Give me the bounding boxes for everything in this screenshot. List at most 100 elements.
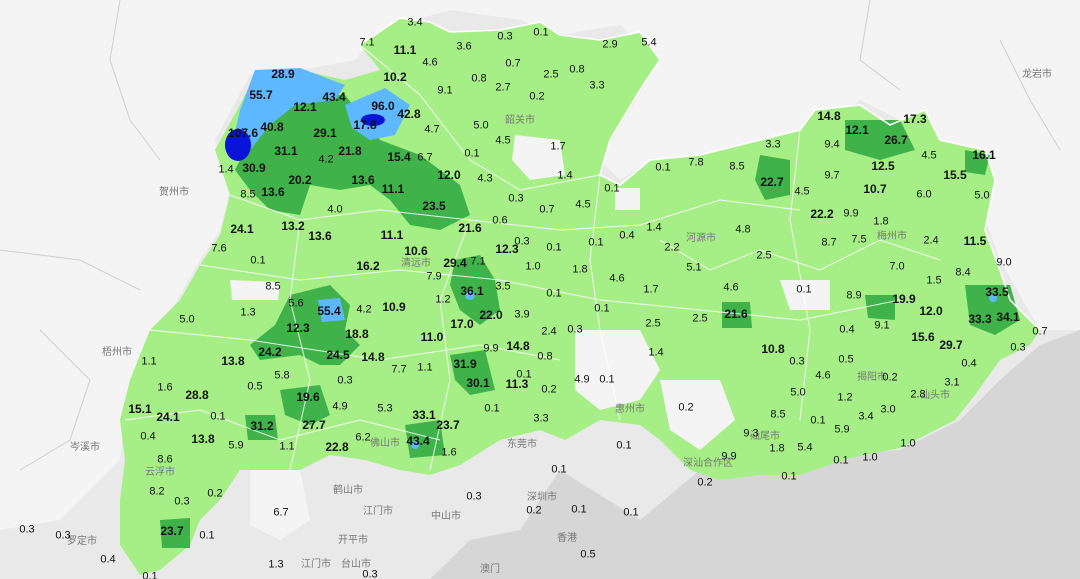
rainfall-value: 1.1 xyxy=(417,361,433,374)
rainfall-value: 55.4 xyxy=(317,304,341,318)
rainfall-value: 7.0 xyxy=(889,260,905,273)
rainfall-value: 8.7 xyxy=(821,236,837,249)
rainfall-value: 15.4 xyxy=(387,150,411,164)
rainfall-value: 1.7 xyxy=(550,140,566,153)
city-label: 香港 xyxy=(557,533,577,544)
rainfall-value: 3.9 xyxy=(514,308,530,321)
rainfall-value: 2.5 xyxy=(756,249,772,262)
rainfall-value: 10.9 xyxy=(382,300,406,314)
city-label: 东莞市 xyxy=(507,439,537,450)
rainfall-value: 7.5 xyxy=(851,233,867,246)
city-label: 韶关市 xyxy=(505,115,535,126)
dry-patch xyxy=(250,470,310,540)
rainfall-value: 8.5 xyxy=(265,280,281,293)
rainfall-value: 16.1 xyxy=(972,148,996,162)
rainfall-value: 0.1 xyxy=(604,182,620,195)
rainfall-value: 13.6 xyxy=(308,229,332,243)
rainfall-value: 0.4 xyxy=(619,229,635,242)
rainfall-value: 15.6 xyxy=(911,330,935,344)
rainfall-value: 13.2 xyxy=(281,219,305,233)
rainfall-value: 15.1 xyxy=(128,402,152,416)
rainfall-value: 22.0 xyxy=(479,308,503,322)
rainfall-value: 0.1 xyxy=(810,414,826,427)
rainfall-value: 3.4 xyxy=(407,16,423,29)
rainfall-value: 29.7 xyxy=(939,338,963,352)
city-label: 龙岩市 xyxy=(1022,69,1052,80)
rainfall-value: 2.7 xyxy=(495,81,511,94)
rainfall-value: 0.1 xyxy=(142,570,158,579)
rainfall-value: 2.5 xyxy=(543,68,559,81)
rainfall-value: 43.4 xyxy=(322,90,346,104)
rainfall-value: 11.5 xyxy=(963,234,987,248)
rainfall-value: 0.1 xyxy=(533,26,549,39)
rainfall-value: 26.7 xyxy=(884,133,908,147)
rainfall-value: 21.6 xyxy=(724,307,748,321)
rainfall-value: 0.1 xyxy=(551,463,567,476)
rainfall-value: 0.3 xyxy=(508,192,524,205)
rainfall-value: 0.3 xyxy=(567,323,583,336)
rainfall-value: 0.1 xyxy=(833,454,849,467)
rainfall-value: 30.9 xyxy=(242,161,266,175)
rainfall-value: 8.5 xyxy=(729,160,745,173)
rainfall-value: 4.9 xyxy=(332,400,348,413)
city-label: 江门市 xyxy=(301,559,331,570)
rainfall-value: 1.8 xyxy=(572,263,588,276)
rainfall-value: 0.1 xyxy=(588,236,604,249)
rainfall-value: 2.8 xyxy=(910,388,926,401)
rainfall-value: 0.3 xyxy=(19,523,35,536)
rainfall-value: 28.8 xyxy=(185,388,209,402)
rainfall-value: 4.0 xyxy=(327,203,343,216)
rainfall-value: 1.0 xyxy=(900,437,916,450)
rainfall-value: 0.3 xyxy=(466,490,482,503)
rainfall-value: 13.8 xyxy=(221,354,245,368)
rainfall-value: 33.5 xyxy=(985,285,1009,299)
rainfall-value: 22.8 xyxy=(325,440,349,454)
rainfall-value: 27.7 xyxy=(302,418,326,432)
rainfall-value: 10.7 xyxy=(863,182,887,196)
rainfall-value: 0.7 xyxy=(539,203,555,216)
rainfall-value: 5.8 xyxy=(274,369,290,382)
rainfall-value: 55.7 xyxy=(249,88,273,102)
rainfall-value: 5.0 xyxy=(473,119,489,132)
rainfall-value: 2.4 xyxy=(923,234,939,247)
rainfall-value: 4.5 xyxy=(495,134,511,147)
rainfall-value: 0.6 xyxy=(492,214,508,227)
city-label: 惠州市 xyxy=(615,404,645,415)
rainfall-value: 18.8 xyxy=(345,327,369,341)
rainfall-value: 29.4 xyxy=(443,256,467,270)
rainfall-value: 24.5 xyxy=(326,348,350,362)
rainfall-value: 0.2 xyxy=(207,487,223,500)
rainfall-value: 3.6 xyxy=(456,40,472,53)
rainfall-value: 23.7 xyxy=(436,418,460,432)
rainfall-value: 0.3 xyxy=(497,30,513,43)
rainfall-map: 韶关市 贺州市 河源市 梅州市 清远市 梧州市 揭阳市 汕头市 惠州市 岑溪市 佛山市 东莞市 汕尾市云… xyxy=(0,0,1080,579)
rainfall-value: 3.3 xyxy=(533,412,549,425)
city-label: 开平市 xyxy=(338,535,368,546)
rainfall-value: 12.3 xyxy=(286,321,310,335)
rainfall-value: 3.0 xyxy=(880,403,896,416)
rainfall-value: 0.8 xyxy=(569,63,585,76)
rainfall-value: 7.1 xyxy=(359,36,375,49)
rainfall-value: 7.9 xyxy=(426,270,442,283)
city-label: 河源市 xyxy=(686,233,716,244)
city-label: 云浮市 xyxy=(145,467,175,478)
rainfall-value: 4.2 xyxy=(318,153,334,166)
rainfall-value: 5.0 xyxy=(974,189,990,202)
rainfall-value: 3.1 xyxy=(944,376,960,389)
rainfall-value: 36.1 xyxy=(460,284,484,298)
rainfall-value: 9.3 xyxy=(743,427,759,440)
rainfall-value: 6.7 xyxy=(417,151,433,164)
rainfall-value: 0.2 xyxy=(526,504,542,517)
rainfall-value: 9.4 xyxy=(824,138,840,151)
rainfall-value: 16.2 xyxy=(356,259,380,273)
rainfall-value: 31.1 xyxy=(274,144,298,158)
rainfall-value: 21.6 xyxy=(458,221,482,235)
rainfall-value: 9.9 xyxy=(843,207,859,220)
rainfall-value: 0.1 xyxy=(599,373,615,386)
rainfall-value: 4.6 xyxy=(723,281,739,294)
rainfall-value: 0.1 xyxy=(796,283,812,296)
city-label: 佛山市 xyxy=(370,438,400,449)
rainfall-value: 0.2 xyxy=(678,401,694,414)
rainfall-value: 1.1 xyxy=(141,355,157,368)
rainfall-value: 1.2 xyxy=(435,293,451,306)
